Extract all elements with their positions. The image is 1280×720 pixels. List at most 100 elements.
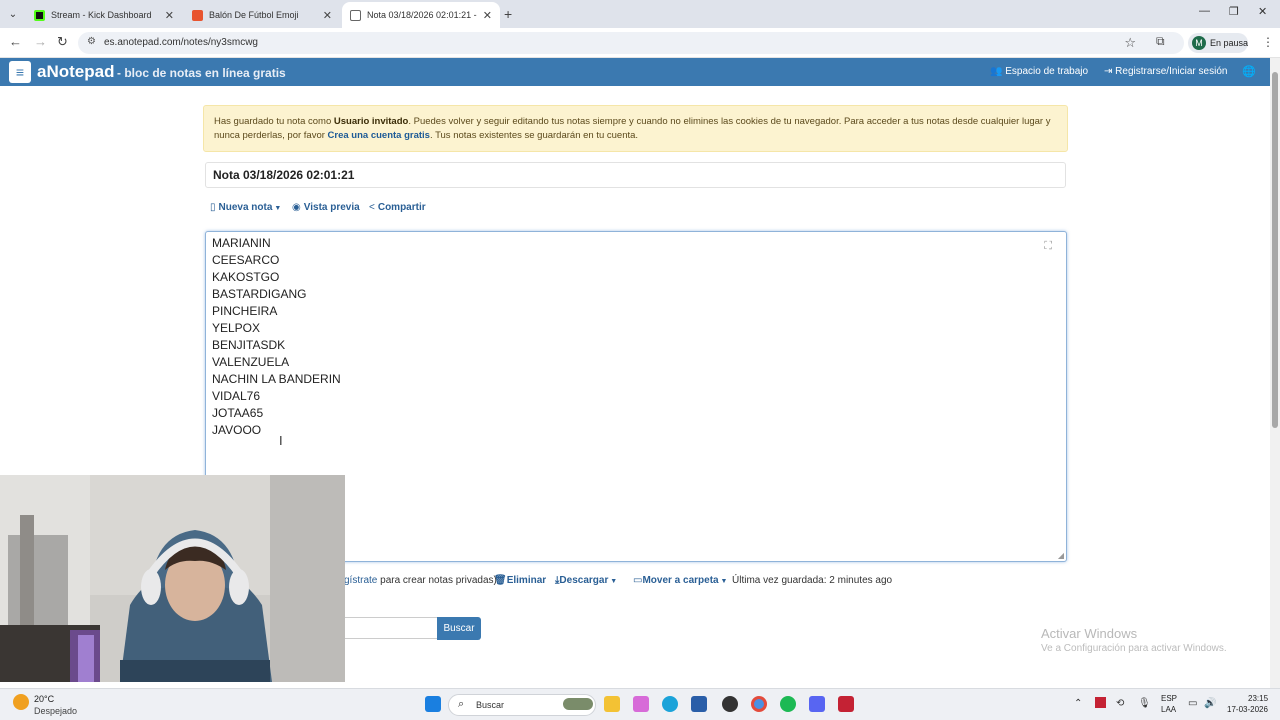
- tray-chevron-icon[interactable]: ⌃: [1074, 698, 1082, 709]
- tray-app-icon[interactable]: [1095, 697, 1106, 708]
- copilot-icon[interactable]: [633, 696, 649, 712]
- volume-icon[interactable]: 🔊: [1204, 698, 1216, 709]
- note-line: VALENZUELA: [212, 355, 290, 369]
- caret-down-icon: ▼: [272, 205, 282, 212]
- caret-down-icon: ▼: [608, 578, 618, 585]
- bookmark-star-icon[interactable]: ☆: [1124, 35, 1136, 51]
- notice-text: Has guardado tu nota como: [214, 116, 334, 127]
- note-line: YELPOX: [212, 321, 261, 335]
- profile-status: En pausa: [1209, 38, 1249, 48]
- weather-status: Despejado: [34, 706, 78, 716]
- windows-taskbar: 20°C Despejado ⌕ Buscar ⌃ ⟲ 🎙 ESP LAA ▭ …: [0, 688, 1280, 720]
- note-line: JAVOOO: [212, 423, 262, 437]
- workspace-label: Espacio de trabajo: [1005, 66, 1089, 77]
- tab-strip: ⌄ Stream - Kick Dashboard ✕ Balón De Fút…: [0, 0, 1280, 28]
- weather-sun-icon[interactable]: [13, 694, 29, 710]
- tab-label: Stream - Kick Dashboard: [51, 10, 152, 20]
- kick-favicon-icon: [34, 9, 45, 21]
- note-line: CEESARCO: [212, 253, 280, 267]
- keyboard-layout[interactable]: LAA: [1161, 705, 1176, 714]
- preview-link[interactable]: ◉ Vista previa: [292, 202, 360, 213]
- store-icon[interactable]: [691, 696, 707, 712]
- tab-nota-active[interactable]: Nota 03/18/2026 02:01:21 - Bloc ✕: [342, 2, 500, 28]
- notice-guest-user: Usuario invitado: [333, 116, 409, 127]
- close-tab-icon[interactable]: ✕: [483, 9, 492, 22]
- search-button[interactable]: Buscar: [437, 617, 481, 640]
- network-icon[interactable]: ▭: [1188, 698, 1197, 709]
- trash-icon: 🗑: [494, 575, 507, 586]
- caret-down-icon: ▼: [718, 578, 728, 585]
- note-line: JOTAA65: [212, 406, 264, 420]
- clock-date[interactable]: 17-03-2026: [1227, 705, 1268, 714]
- page-scrollbar[interactable]: [1270, 58, 1280, 690]
- search-icon: ⌕: [458, 698, 465, 710]
- text-cursor-icon: I: [279, 433, 283, 448]
- tab-balon-emoji[interactable]: Balón De Fútbol Emoji ✕: [184, 2, 340, 28]
- new-note-dropdown[interactable]: ▯ Nueva nota ▼: [210, 202, 281, 213]
- start-windows-icon[interactable]: [425, 696, 441, 712]
- note-line: NACHIN LA BANDERIN: [212, 372, 341, 386]
- tray-sync-icon[interactable]: ⟲: [1116, 698, 1124, 709]
- people-icon: 👥: [990, 66, 1003, 77]
- close-tab-icon[interactable]: ✕: [165, 9, 174, 22]
- acrobat-icon[interactable]: [838, 696, 854, 712]
- globe-icon[interactable]: 🌐: [1242, 65, 1256, 78]
- app-icon[interactable]: [722, 696, 738, 712]
- microphone-icon[interactable]: 🎙: [1138, 698, 1151, 709]
- discord-icon[interactable]: [809, 696, 825, 712]
- extensions-icon[interactable]: ⧉: [1156, 34, 1165, 49]
- language-indicator[interactable]: ESP: [1161, 694, 1177, 703]
- tab-label: Nota 03/18/2026 02:01:21 - Bloc: [367, 10, 477, 20]
- tagline: - bloc de notas en línea gratis: [117, 66, 286, 80]
- file-explorer-icon[interactable]: [604, 696, 620, 712]
- move-folder-dropdown[interactable]: ▭Mover a carpeta ▼: [633, 575, 727, 586]
- clock-time[interactable]: 23:15: [1248, 694, 1268, 703]
- site-header: ≡ aNotepad - bloc de notas en línea grat…: [0, 58, 1270, 86]
- delete-link[interactable]: 🗑Eliminar: [494, 575, 546, 586]
- new-note-label: Nueva nota: [218, 202, 273, 213]
- edge-icon[interactable]: [662, 696, 678, 712]
- notepad-favicon-icon: [350, 9, 361, 21]
- preview-label: Vista previa: [303, 202, 360, 213]
- register-text: gístrate para crear notas privadas): [344, 575, 497, 586]
- workspace-link[interactable]: 👥 Espacio de trabajo: [990, 66, 1088, 77]
- close-tab-icon[interactable]: ✕: [323, 9, 332, 22]
- maximize-icon[interactable]: ❐: [1229, 5, 1239, 18]
- anotepad-logo-icon[interactable]: ≡: [9, 61, 31, 83]
- tab-search-chevron-icon[interactable]: ⌄: [4, 5, 22, 23]
- minimize-icon[interactable]: —: [1199, 5, 1210, 17]
- tab-label: Balón De Fútbol Emoji: [209, 10, 299, 20]
- chrome-icon[interactable]: [751, 696, 767, 712]
- site-info-icon[interactable]: ⚙: [87, 36, 96, 47]
- register-link[interactable]: gístrate: [344, 575, 377, 586]
- url-text: es.anotepad.com/notes/ny3smcwg: [104, 37, 258, 48]
- new-note-icon: ▯: [210, 202, 216, 213]
- browser-menu-icon[interactable]: ⋮: [1262, 35, 1274, 49]
- scrollbar-thumb[interactable]: [1272, 72, 1278, 428]
- profile-button[interactable]: M En pausa: [1188, 33, 1248, 53]
- url-field[interactable]: ⚙ es.anotepad.com/notes/ny3smcwg ☆: [78, 32, 1184, 54]
- resize-handle-icon[interactable]: ◢: [1058, 551, 1064, 560]
- tab-kick-dashboard[interactable]: Stream - Kick Dashboard ✕: [26, 2, 182, 28]
- eye-icon: ◉: [292, 202, 301, 213]
- notice-text: . Tus notas existentes se guardarán en t…: [429, 130, 639, 141]
- close-window-icon[interactable]: ✕: [1258, 5, 1267, 18]
- back-icon[interactable]: ←: [9, 34, 22, 49]
- create-account-link[interactable]: Crea una cuenta gratis: [328, 130, 430, 141]
- search-highlight-icon[interactable]: [563, 698, 593, 710]
- forward-icon[interactable]: →: [34, 34, 47, 49]
- download-dropdown[interactable]: ⤓Descargar ▼: [555, 575, 617, 586]
- move-label: Mover a carpeta: [642, 575, 719, 586]
- fullscreen-icon[interactable]: ⛶: [1044, 240, 1052, 253]
- note-line: KAKOSTGO: [212, 270, 280, 284]
- search-input[interactable]: [344, 617, 437, 639]
- note-line: VIDAL76: [212, 389, 261, 403]
- brand-name[interactable]: aNotepad: [37, 62, 114, 82]
- share-icon: <: [369, 202, 375, 213]
- note-title-input[interactable]: Nota 03/18/2026 02:01:21: [205, 162, 1066, 188]
- login-link[interactable]: ⇥ Registrarse/Iniciar sesión: [1104, 66, 1227, 77]
- spotify-icon[interactable]: [780, 696, 796, 712]
- new-tab-icon[interactable]: +: [504, 6, 512, 22]
- share-link[interactable]: < Compartir: [369, 202, 426, 213]
- reload-icon[interactable]: ↻: [57, 34, 68, 50]
